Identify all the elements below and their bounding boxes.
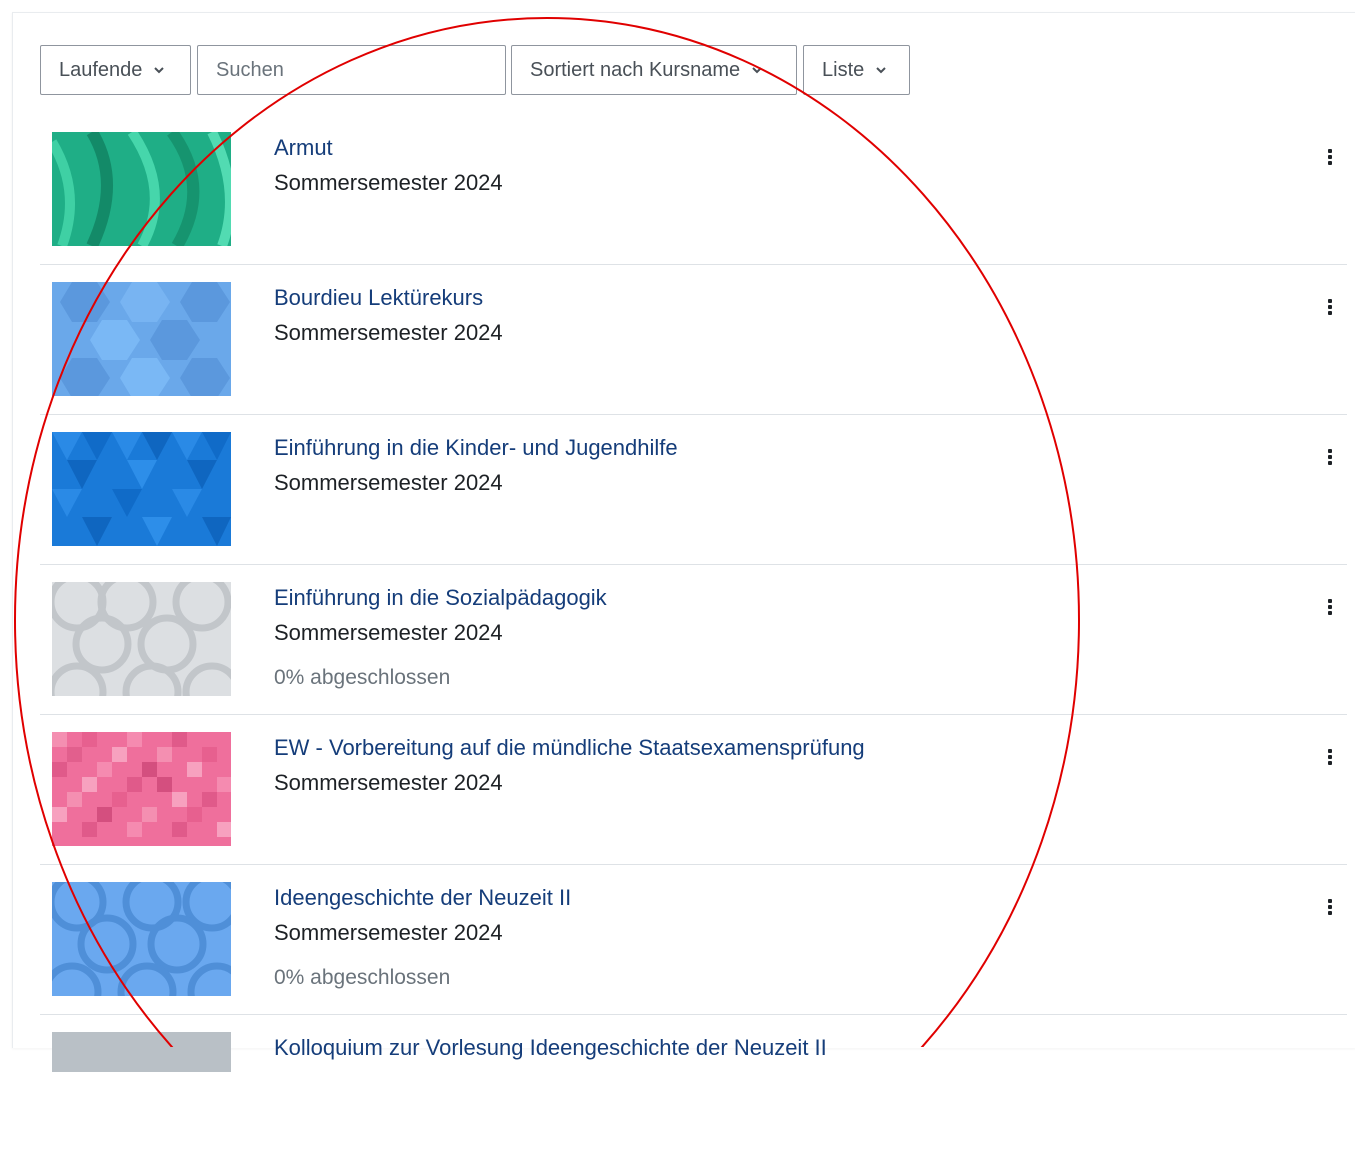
course-name-link[interactable]: Armut xyxy=(274,135,333,161)
course-row: Einführung in die Sozialpädagogik Sommer… xyxy=(40,565,1347,715)
course-row: EW - Vorbereitung auf die mündliche Staa… xyxy=(40,715,1347,865)
course-row: Kolloquium zur Vorlesung Ideengeschichte… xyxy=(40,1015,1347,1165)
course-image[interactable] xyxy=(52,432,231,546)
sort-dropdown-label: Sortiert nach Kursname xyxy=(530,58,741,81)
filter-dropdown-label: Laufende xyxy=(59,58,143,81)
course-actions-menu-icon[interactable] xyxy=(1322,595,1338,619)
course-image[interactable] xyxy=(52,1032,231,1072)
course-actions-menu-icon[interactable] xyxy=(1322,445,1338,469)
course-name-link[interactable]: Ideengeschichte der Neuzeit II xyxy=(274,885,571,911)
chevron-down-icon xyxy=(874,63,888,77)
course-term: Sommersemester 2024 xyxy=(274,470,503,495)
course-row: Einführung in die Kinder- und Jugendhilf… xyxy=(40,415,1347,565)
course-image[interactable] xyxy=(52,132,231,246)
filter-dropdown[interactable]: Laufende xyxy=(40,45,191,95)
course-term: Sommersemester 2024 xyxy=(274,620,503,645)
search-input[interactable]: Suchen xyxy=(197,45,506,95)
sort-dropdown[interactable]: Sortiert nach Kursname xyxy=(511,45,797,95)
course-image[interactable] xyxy=(52,582,231,696)
course-image[interactable] xyxy=(52,282,231,396)
chevron-down-icon xyxy=(152,63,166,77)
course-name-link[interactable]: Einführung in die Kinder- und Jugendhilf… xyxy=(274,435,678,461)
course-name-link[interactable]: Einführung in die Sozialpädagogik xyxy=(274,585,607,611)
course-actions-menu-icon[interactable] xyxy=(1322,295,1338,319)
course-image[interactable] xyxy=(52,882,231,996)
search-placeholder: Suchen xyxy=(216,58,284,81)
course-term: Sommersemester 2024 xyxy=(274,170,503,195)
course-name-link[interactable]: Kolloquium zur Vorlesung Ideengeschichte… xyxy=(274,1035,827,1061)
course-actions-menu-icon[interactable] xyxy=(1322,895,1338,919)
course-term: Sommersemester 2024 xyxy=(274,920,503,945)
chevron-down-icon xyxy=(750,63,764,77)
course-image[interactable] xyxy=(52,732,231,846)
course-name-link[interactable]: EW - Vorbereitung auf die mündliche Staa… xyxy=(274,735,865,761)
course-term: Sommersemester 2024 xyxy=(274,770,503,795)
course-row: Bourdieu Lektürekurs Sommersemester 2024 xyxy=(40,265,1347,415)
course-progress-text: 0% abgeschlossen xyxy=(274,666,451,689)
course-progress-text: 0% abgeschlossen xyxy=(274,966,451,989)
course-name-link[interactable]: Bourdieu Lektürekurs xyxy=(274,285,483,311)
course-term: Sommersemester 2024 xyxy=(274,320,503,345)
course-row: Ideengeschichte der Neuzeit II Sommersem… xyxy=(40,865,1347,1015)
course-row: Armut Sommersemester 2024 xyxy=(40,115,1347,265)
view-dropdown-label: Liste xyxy=(822,58,865,81)
course-actions-menu-icon[interactable] xyxy=(1322,745,1338,769)
view-dropdown[interactable]: Liste xyxy=(803,45,910,95)
course-actions-menu-icon[interactable] xyxy=(1322,145,1338,169)
